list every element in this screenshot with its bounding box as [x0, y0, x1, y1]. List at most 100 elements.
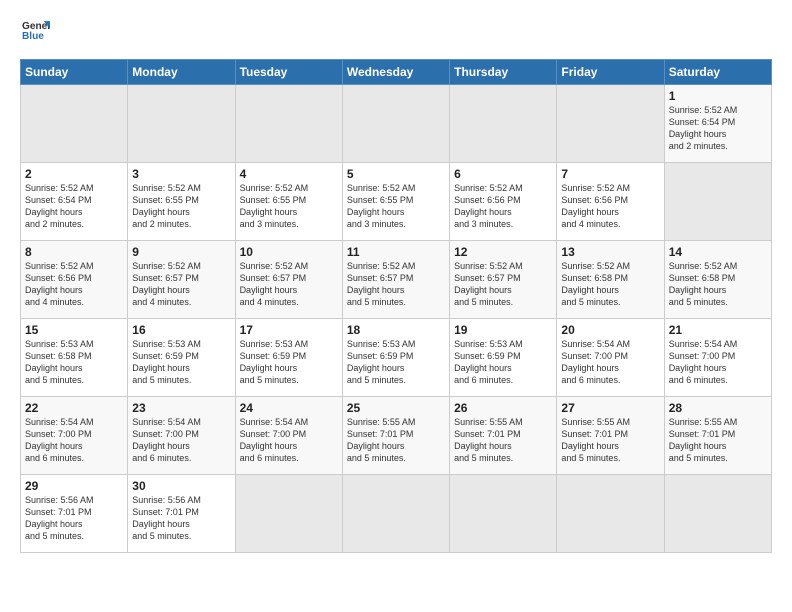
day-number: 22: [25, 401, 123, 415]
day-cell: [21, 85, 128, 163]
day-number: 10: [240, 245, 338, 259]
day-detail: Sunrise: 5:52 AMSunset: 6:58 PMDaylight …: [561, 260, 659, 309]
day-detail: Sunrise: 5:52 AMSunset: 6:55 PMDaylight …: [240, 182, 338, 231]
day-cell: 21 Sunrise: 5:54 AMSunset: 7:00 PMDaylig…: [664, 319, 771, 397]
day-detail: Sunrise: 5:52 AMSunset: 6:57 PMDaylight …: [240, 260, 338, 309]
day-number: 29: [25, 479, 123, 493]
day-detail: Sunrise: 5:52 AMSunset: 6:57 PMDaylight …: [454, 260, 552, 309]
day-header-thursday: Thursday: [450, 60, 557, 85]
day-detail: Sunrise: 5:52 AMSunset: 6:56 PMDaylight …: [25, 260, 123, 309]
day-header-tuesday: Tuesday: [235, 60, 342, 85]
week-row-3: 8 Sunrise: 5:52 AMSunset: 6:56 PMDayligh…: [21, 241, 772, 319]
day-detail: Sunrise: 5:55 AMSunset: 7:01 PMDaylight …: [347, 416, 445, 465]
week-row-6: 29 Sunrise: 5:56 AMSunset: 7:01 PMDaylig…: [21, 475, 772, 553]
day-detail: Sunrise: 5:52 AMSunset: 6:56 PMDaylight …: [561, 182, 659, 231]
day-cell: 23 Sunrise: 5:54 AMSunset: 7:00 PMDaylig…: [128, 397, 235, 475]
day-number: 4: [240, 167, 338, 181]
day-cell: 6 Sunrise: 5:52 AMSunset: 6:56 PMDayligh…: [450, 163, 557, 241]
day-cell: [342, 475, 449, 553]
day-cell: 10 Sunrise: 5:52 AMSunset: 6:57 PMDaylig…: [235, 241, 342, 319]
day-detail: Sunrise: 5:56 AMSunset: 7:01 PMDaylight …: [132, 494, 230, 543]
calendar-table: SundayMondayTuesdayWednesdayThursdayFrid…: [20, 59, 772, 553]
day-detail: Sunrise: 5:52 AMSunset: 6:55 PMDaylight …: [347, 182, 445, 231]
day-number: 28: [669, 401, 767, 415]
day-cell: 19 Sunrise: 5:53 AMSunset: 6:59 PMDaylig…: [450, 319, 557, 397]
day-cell: 25 Sunrise: 5:55 AMSunset: 7:01 PMDaylig…: [342, 397, 449, 475]
day-number: 2: [25, 167, 123, 181]
day-cell: 8 Sunrise: 5:52 AMSunset: 6:56 PMDayligh…: [21, 241, 128, 319]
day-number: 11: [347, 245, 445, 259]
day-detail: Sunrise: 5:56 AMSunset: 7:01 PMDaylight …: [25, 494, 123, 543]
day-detail: Sunrise: 5:52 AMSunset: 6:54 PMDaylight …: [25, 182, 123, 231]
calendar-body: 1 Sunrise: 5:52 AMSunset: 6:54 PMDayligh…: [21, 85, 772, 553]
day-number: 7: [561, 167, 659, 181]
day-number: 5: [347, 167, 445, 181]
day-number: 16: [132, 323, 230, 337]
week-row-2: 2 Sunrise: 5:52 AMSunset: 6:54 PMDayligh…: [21, 163, 772, 241]
week-row-4: 15 Sunrise: 5:53 AMSunset: 6:58 PMDaylig…: [21, 319, 772, 397]
day-cell: 2 Sunrise: 5:52 AMSunset: 6:54 PMDayligh…: [21, 163, 128, 241]
day-detail: Sunrise: 5:54 AMSunset: 7:00 PMDaylight …: [240, 416, 338, 465]
day-detail: Sunrise: 5:52 AMSunset: 6:54 PMDaylight …: [669, 104, 767, 153]
day-number: 18: [347, 323, 445, 337]
day-detail: Sunrise: 5:52 AMSunset: 6:56 PMDaylight …: [454, 182, 552, 231]
day-detail: Sunrise: 5:54 AMSunset: 7:00 PMDaylight …: [669, 338, 767, 387]
day-cell: 26 Sunrise: 5:55 AMSunset: 7:01 PMDaylig…: [450, 397, 557, 475]
day-cell: 1 Sunrise: 5:52 AMSunset: 6:54 PMDayligh…: [664, 85, 771, 163]
svg-text:Blue: Blue: [22, 31, 44, 42]
day-cell: [664, 163, 771, 241]
day-header-sunday: Sunday: [21, 60, 128, 85]
day-number: 20: [561, 323, 659, 337]
day-cell: 3 Sunrise: 5:52 AMSunset: 6:55 PMDayligh…: [128, 163, 235, 241]
day-detail: Sunrise: 5:54 AMSunset: 7:00 PMDaylight …: [132, 416, 230, 465]
day-cell: [450, 85, 557, 163]
day-detail: Sunrise: 5:53 AMSunset: 6:59 PMDaylight …: [347, 338, 445, 387]
day-cell: 11 Sunrise: 5:52 AMSunset: 6:57 PMDaylig…: [342, 241, 449, 319]
day-detail: Sunrise: 5:53 AMSunset: 6:59 PMDaylight …: [240, 338, 338, 387]
day-number: 17: [240, 323, 338, 337]
day-cell: [450, 475, 557, 553]
day-cell: 5 Sunrise: 5:52 AMSunset: 6:55 PMDayligh…: [342, 163, 449, 241]
day-cell: 15 Sunrise: 5:53 AMSunset: 6:58 PMDaylig…: [21, 319, 128, 397]
logo-icon: General Blue: [22, 18, 50, 46]
day-cell: 28 Sunrise: 5:55 AMSunset: 7:01 PMDaylig…: [664, 397, 771, 475]
day-detail: Sunrise: 5:55 AMSunset: 7:01 PMDaylight …: [454, 416, 552, 465]
day-detail: Sunrise: 5:53 AMSunset: 6:59 PMDaylight …: [132, 338, 230, 387]
day-number: 9: [132, 245, 230, 259]
day-number: 8: [25, 245, 123, 259]
week-row-1: 1 Sunrise: 5:52 AMSunset: 6:54 PMDayligh…: [21, 85, 772, 163]
day-detail: Sunrise: 5:54 AMSunset: 7:00 PMDaylight …: [25, 416, 123, 465]
day-detail: Sunrise: 5:54 AMSunset: 7:00 PMDaylight …: [561, 338, 659, 387]
day-cell: 4 Sunrise: 5:52 AMSunset: 6:55 PMDayligh…: [235, 163, 342, 241]
day-cell: 7 Sunrise: 5:52 AMSunset: 6:56 PMDayligh…: [557, 163, 664, 241]
day-cell: 27 Sunrise: 5:55 AMSunset: 7:01 PMDaylig…: [557, 397, 664, 475]
day-cell: 16 Sunrise: 5:53 AMSunset: 6:59 PMDaylig…: [128, 319, 235, 397]
logo: General Blue: [20, 18, 50, 51]
day-cell: 13 Sunrise: 5:52 AMSunset: 6:58 PMDaylig…: [557, 241, 664, 319]
day-number: 24: [240, 401, 338, 415]
day-cell: 17 Sunrise: 5:53 AMSunset: 6:59 PMDaylig…: [235, 319, 342, 397]
week-row-5: 22 Sunrise: 5:54 AMSunset: 7:00 PMDaylig…: [21, 397, 772, 475]
day-cell: 24 Sunrise: 5:54 AMSunset: 7:00 PMDaylig…: [235, 397, 342, 475]
day-number: 25: [347, 401, 445, 415]
day-cell: 30 Sunrise: 5:56 AMSunset: 7:01 PMDaylig…: [128, 475, 235, 553]
day-cell: [557, 85, 664, 163]
day-detail: Sunrise: 5:55 AMSunset: 7:01 PMDaylight …: [561, 416, 659, 465]
day-header-monday: Monday: [128, 60, 235, 85]
day-cell: 29 Sunrise: 5:56 AMSunset: 7:01 PMDaylig…: [21, 475, 128, 553]
day-detail: Sunrise: 5:55 AMSunset: 7:01 PMDaylight …: [669, 416, 767, 465]
day-detail: Sunrise: 5:52 AMSunset: 6:58 PMDaylight …: [669, 260, 767, 309]
day-number: 3: [132, 167, 230, 181]
day-header-wednesday: Wednesday: [342, 60, 449, 85]
day-number: 21: [669, 323, 767, 337]
day-number: 12: [454, 245, 552, 259]
header: General Blue: [20, 18, 772, 51]
day-cell: [664, 475, 771, 553]
day-detail: Sunrise: 5:52 AMSunset: 6:57 PMDaylight …: [132, 260, 230, 309]
day-cell: 18 Sunrise: 5:53 AMSunset: 6:59 PMDaylig…: [342, 319, 449, 397]
day-cell: [342, 85, 449, 163]
day-cell: [235, 85, 342, 163]
day-number: 1: [669, 89, 767, 103]
day-cell: 20 Sunrise: 5:54 AMSunset: 7:00 PMDaylig…: [557, 319, 664, 397]
day-number: 19: [454, 323, 552, 337]
